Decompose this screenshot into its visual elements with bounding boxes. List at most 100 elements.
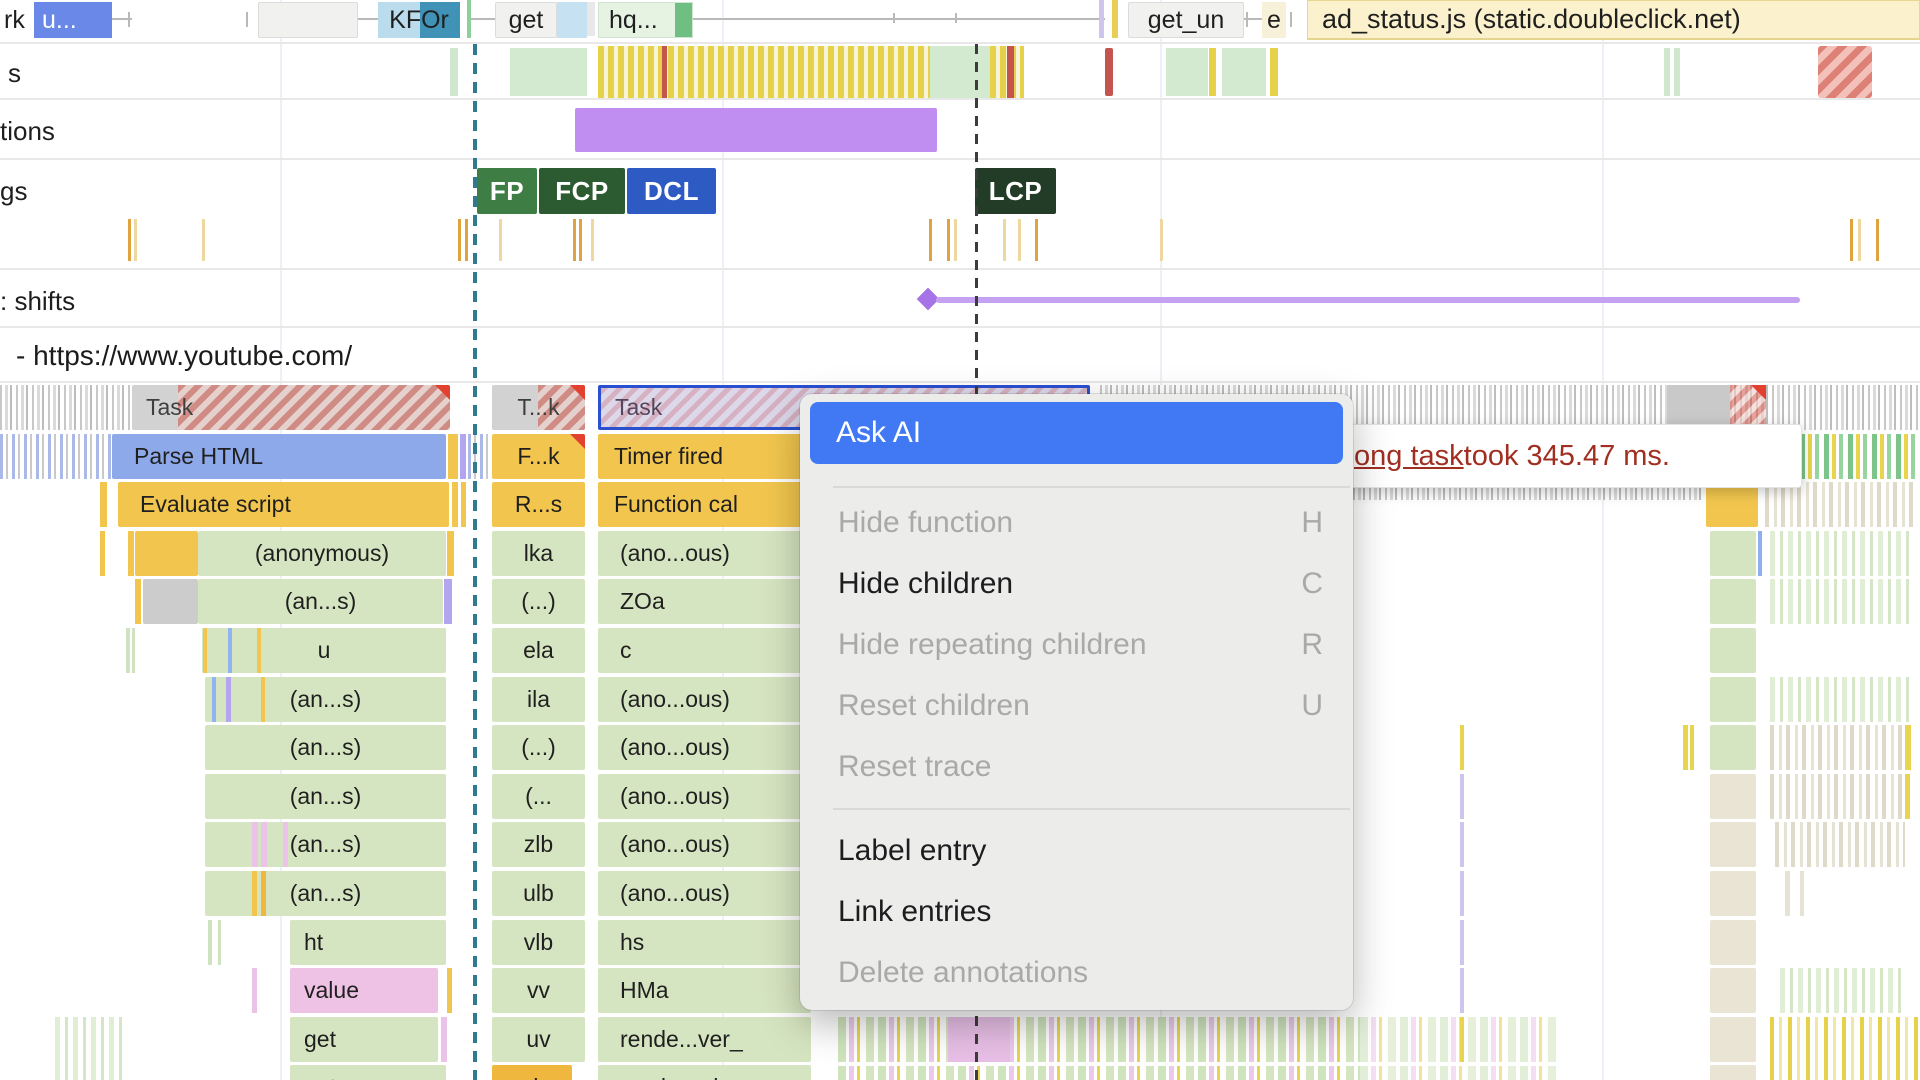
flame-bar-function[interactable]: lka — [492, 531, 585, 576]
flame-bar-function[interactable] — [1710, 920, 1756, 965]
collapsed-tasks-stripes[interactable] — [0, 434, 112, 479]
flame-bar-function[interactable] — [1710, 968, 1756, 1013]
flame-bar-function[interactable] — [1710, 531, 1756, 576]
menu-item-ask-ai[interactable]: Ask AI — [810, 402, 1343, 464]
flame-bar-function[interactable]: ela — [492, 628, 585, 673]
network-request-bar[interactable]: KFOr — [378, 2, 460, 38]
flame-bar-function[interactable] — [1710, 822, 1756, 867]
flame-bar-function[interactable] — [1710, 1065, 1756, 1080]
activity-sliver — [1460, 920, 1464, 965]
flame-bar-function[interactable]: (...) — [492, 579, 585, 624]
flame-bar-function[interactable]: vlb — [492, 920, 585, 965]
flame-bar-anonymous[interactable]: (ano...ous) — [598, 531, 811, 576]
flame-bar-anonymous[interactable]: (an...s) — [205, 822, 446, 867]
flame-bar-function[interactable] — [1710, 871, 1756, 916]
flame-bar-function[interactable]: F...k — [492, 434, 585, 479]
menu-item-hide-children[interactable]: Hide children C — [800, 553, 1353, 614]
collapsed-tasks-stripes[interactable] — [0, 385, 130, 430]
activity-sliver — [1683, 725, 1688, 770]
flame-bar-function[interactable]: uv — [492, 1017, 585, 1062]
flame-bar-function[interactable]: ht — [290, 920, 446, 965]
partially-presented-frame[interactable] — [1818, 46, 1872, 98]
flame-bar-label: Timer fired — [614, 443, 723, 470]
flame-bar-anonymous[interactable]: (ano...ous) — [598, 822, 811, 867]
flame-bar-function[interactable]: R...s — [492, 482, 585, 527]
menu-divider — [833, 808, 1350, 810]
network-request-bar[interactable] — [258, 2, 358, 38]
flame-bar-function[interactable]: u — [202, 628, 446, 673]
flame-bar-function[interactable]: d — [492, 1065, 572, 1080]
flame-bar-function[interactable] — [1710, 1017, 1756, 1062]
flame-bar-function[interactable]: HMa — [598, 968, 811, 1013]
flame-bar-anonymous[interactable]: (ano...ous) — [598, 774, 811, 819]
layout-shift-cluster-line[interactable] — [936, 297, 1800, 303]
flame-bar-parse-html[interactable]: Parse HTML — [112, 434, 446, 479]
flame-bar-anonymous[interactable]: (anonymous) — [198, 531, 446, 576]
frame-block — [510, 48, 587, 96]
menu-item-reset-trace[interactable]: Reset trace — [800, 736, 1353, 797]
menu-item-reset-children[interactable]: Reset children U — [800, 675, 1353, 736]
flame-bar-anonymous[interactable]: (an...s) — [205, 677, 446, 722]
flame-bar-anonymous[interactable]: (ano...ous) — [598, 677, 811, 722]
fcp-badge[interactable]: FCP — [539, 168, 625, 214]
network-request-bar[interactable]: get — [495, 2, 557, 38]
dropped-frame — [1007, 46, 1014, 98]
flame-bar-render[interactable]: rende...ver_ — [598, 1017, 811, 1062]
network-marker — [1112, 0, 1118, 38]
flame-bar-anonymous[interactable]: (an...s) — [205, 725, 446, 770]
lcp-badge[interactable]: LCP — [975, 168, 1056, 214]
flame-bar-function[interactable]: get — [290, 1017, 438, 1062]
network-request-bar-hovered[interactable]: ad_status.js (static.doubleclick.net) — [1307, 0, 1920, 40]
flame-bar-function[interactable]: ila — [492, 677, 585, 722]
flame-bar-function[interactable] — [1706, 482, 1758, 527]
network-request-bar[interactable]: get_un — [1128, 2, 1244, 38]
flame-bar-function[interactable] — [135, 531, 198, 576]
flame-bar-label: lka — [524, 540, 553, 567]
menu-item-label-entry[interactable]: Label entry — [800, 820, 1353, 881]
flame-bar-render[interactable]: rend...ord — [598, 1065, 811, 1080]
flame-bar-function[interactable]: ZOa — [598, 579, 811, 624]
flame-bar-anonymous[interactable]: (an...s) — [205, 774, 446, 819]
flame-bar-function[interactable]: zlb — [492, 822, 585, 867]
flame-bar-label: get — [304, 1026, 336, 1053]
dcl-badge[interactable]: DCL — [627, 168, 716, 214]
flame-bar-function[interactable]: c — [598, 628, 811, 673]
flame-bar-task[interactable]: T...k — [492, 385, 585, 430]
interaction-bar[interactable] — [575, 108, 937, 152]
flame-bar-function[interactable]: hs — [598, 920, 811, 965]
menu-item-hide-function[interactable]: Hide function H — [800, 492, 1353, 553]
long-task-link[interactable]: ong task — [1354, 440, 1464, 473]
flame-bar-function[interactable]: get — [290, 1065, 446, 1080]
menu-item-hide-repeating-children[interactable]: Hide repeating children R — [800, 614, 1353, 675]
flame-bar-timer-fired[interactable]: Timer fired — [598, 434, 811, 479]
flame-bar-function[interactable] — [1710, 628, 1756, 673]
flame-bar-function[interactable]: (... — [492, 774, 585, 819]
fp-badge[interactable]: FP — [477, 168, 537, 214]
menu-item-delete-annotations[interactable]: Delete annotations — [800, 942, 1353, 1003]
flame-bar-function[interactable]: vv — [492, 968, 585, 1013]
flame-bar-function[interactable] — [1710, 725, 1756, 770]
flame-bar-task[interactable]: Task — [132, 385, 450, 430]
flame-bar-evaluate-script[interactable]: Evaluate script — [118, 482, 449, 527]
network-request-bar[interactable]: u... — [34, 2, 112, 38]
flame-bar-anonymous[interactable]: (ano...ous) — [598, 871, 811, 916]
flame-bar-value[interactable]: value — [290, 968, 438, 1013]
network-request-bar[interactable]: e — [1262, 2, 1286, 38]
flame-bar-function-call[interactable]: Function cal — [598, 482, 811, 527]
flame-bar-function[interactable] — [948, 1017, 1010, 1062]
flame-bar-anonymous[interactable]: (an...s) — [205, 871, 446, 916]
activity-sliver — [1905, 725, 1911, 770]
flame-bar-task[interactable] — [143, 579, 198, 624]
flame-bar-anonymous[interactable]: (ano...ous) — [598, 725, 811, 770]
flame-bar-function[interactable]: ulb — [492, 871, 585, 916]
network-request-bar[interactable]: hq... — [598, 2, 693, 38]
activity-sliver — [1758, 531, 1762, 576]
menu-item-link-entries[interactable]: Link entries — [800, 881, 1353, 942]
flame-bar-function[interactable] — [1710, 579, 1756, 624]
flame-bar-function[interactable] — [1710, 677, 1756, 722]
flame-bar-anonymous[interactable]: (an...s) — [198, 579, 443, 624]
flame-bar-function[interactable] — [1710, 774, 1756, 819]
flame-bar-function[interactable]: (...) — [492, 725, 585, 770]
network-request-bar[interactable] — [557, 2, 587, 38]
main-thread-label[interactable]: - https://www.youtube.com/ — [16, 340, 352, 372]
